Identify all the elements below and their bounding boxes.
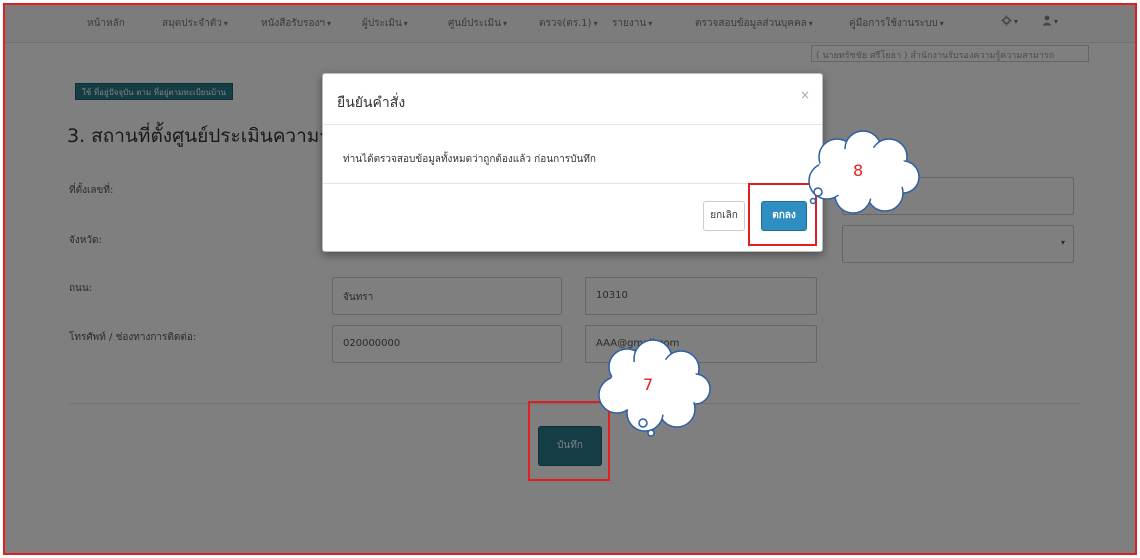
dialog-header-divider (323, 124, 822, 125)
dialog-message: ท่านได้ตรวจสอบข้อมูลทั้งหมดว่าถูกต้องแล้… (343, 154, 596, 165)
close-icon[interactable]: × (800, 88, 810, 102)
screenshot-frame: หน้าหลัก สมุดประจำตัว▾ หนังสือรับรองฯ▾ ผ… (3, 3, 1137, 555)
step-8-callout: 8 (805, 127, 923, 219)
cloud-callout-icon (808, 130, 920, 214)
cancel-button[interactable]: ยกเลิก (703, 201, 745, 231)
dialog-title: ยืนยันคำสั่ง (337, 95, 406, 111)
step-7-label: 7 (643, 375, 654, 394)
step-8-label: 8 (853, 161, 864, 180)
step-7-callout: 7 (593, 337, 713, 437)
